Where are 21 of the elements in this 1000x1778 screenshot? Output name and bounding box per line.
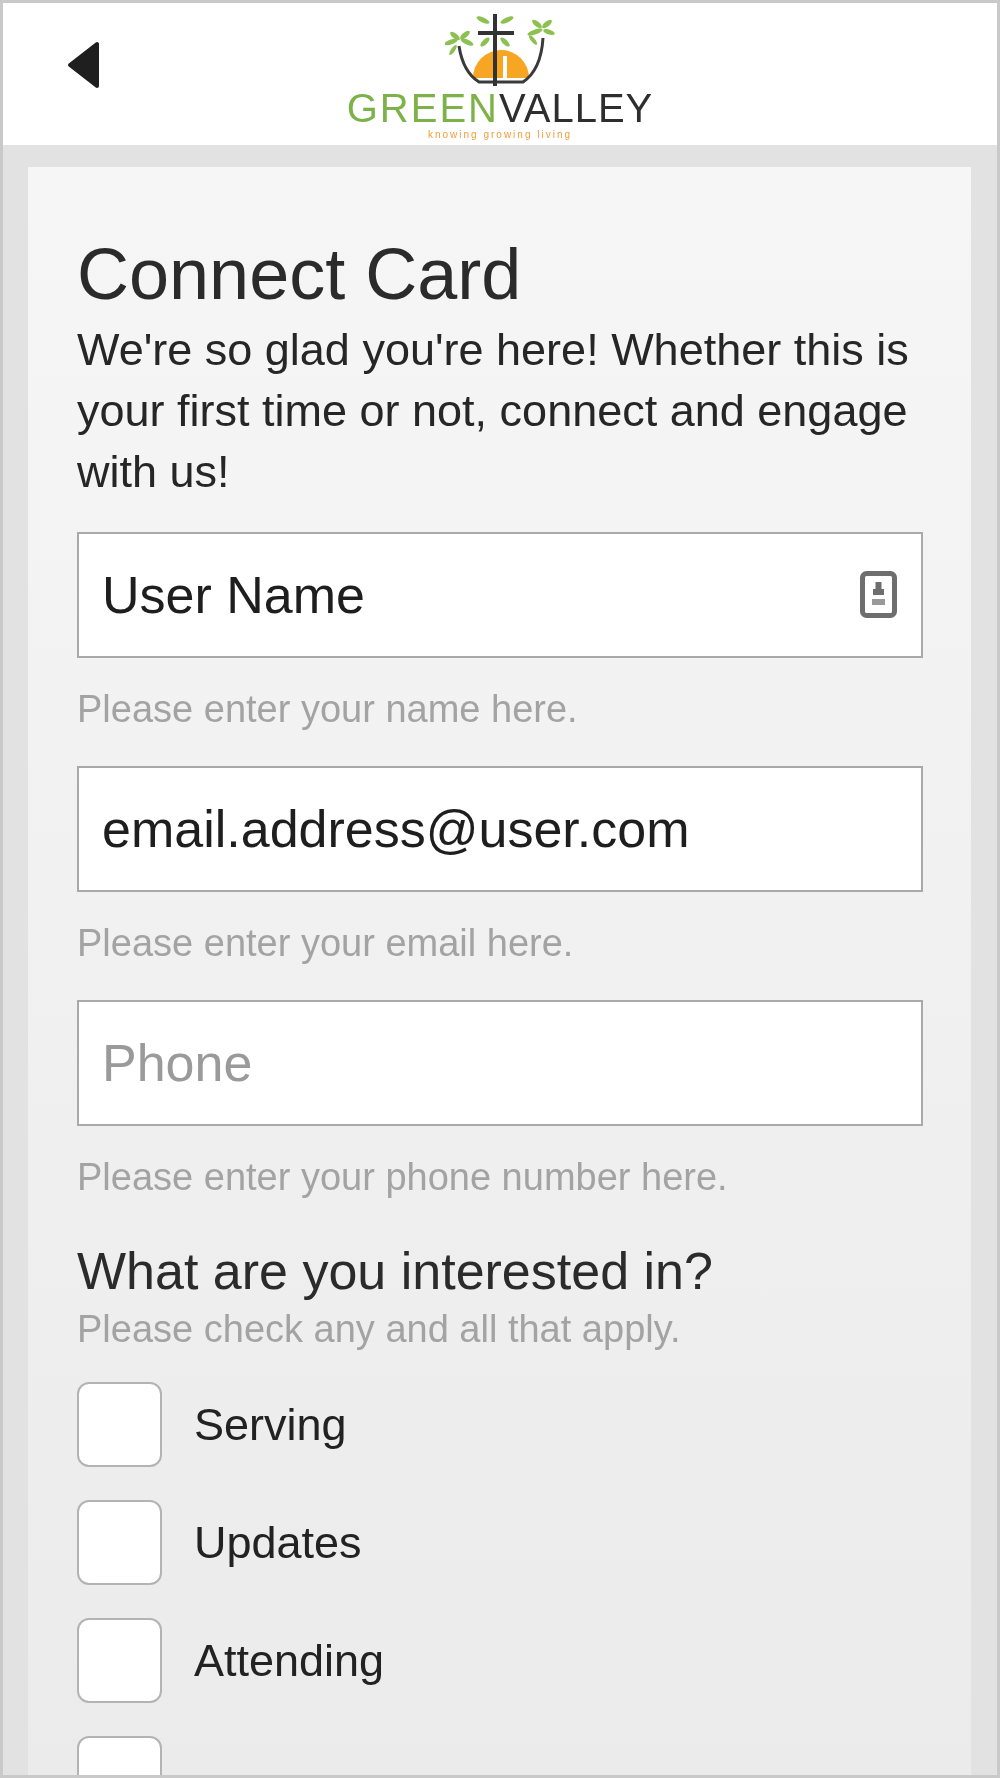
section-heading: What are you interested in? [77, 1242, 714, 1300]
checkbox-label[interactable]: Attending [194, 1634, 385, 1687]
text-field[interactable]: Phone [77, 1000, 923, 1126]
text-field[interactable]: email.address@user.com [77, 766, 923, 892]
logo-wordmark: GREENVALLEY [346, 92, 654, 124]
checkbox[interactable] [77, 1500, 162, 1585]
back-button[interactable] [67, 41, 99, 89]
help-text: Please enter your email here. [77, 921, 575, 965]
checkbox-label[interactable]: Updates [194, 1516, 362, 1569]
intro-text: We're so glad you're here! Whether this is your first time or not, connect and engage with us! [77, 323, 910, 499]
hint-text: Please check any and all that apply. [77, 1307, 682, 1351]
checkbox[interactable] [77, 1382, 162, 1467]
help-text: Please enter your phone number here. [77, 1155, 729, 1199]
back-triangle-icon [67, 41, 99, 89]
help-text: Please enter your name here. [77, 687, 579, 731]
form-title: Connect Card [77, 234, 523, 314]
person-badge-icon [860, 571, 897, 618]
checkbox[interactable] [77, 1618, 162, 1703]
text-field[interactable]: User Name [77, 532, 923, 658]
checkbox-label[interactable]: Serving [194, 1398, 347, 1451]
logo-tagline: knowing growing living [427, 129, 573, 141]
